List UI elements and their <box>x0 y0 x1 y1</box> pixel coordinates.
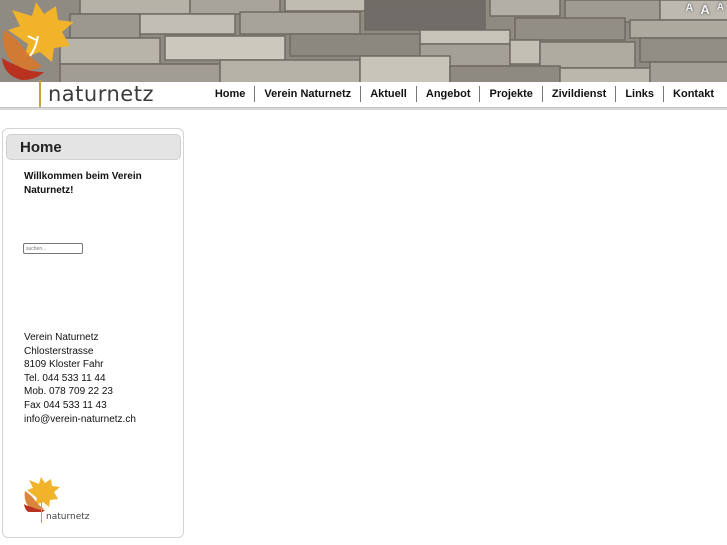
logo-divider-line <box>39 80 41 108</box>
sidebar-header: Home <box>6 134 181 160</box>
header-banner: A A A <box>0 0 727 82</box>
main-nav: Home Verein Naturnetz Aktuell Angebot Pr… <box>206 85 723 103</box>
contact-fax: Fax 044 533 11 43 <box>24 399 107 411</box>
nav-item-links[interactable]: Links <box>615 86 663 102</box>
sidebar: Home Willkommen beim Verein Naturnetz! V… <box>2 128 184 538</box>
nav-item-angebot[interactable]: Angebot <box>415 86 480 102</box>
contact-org: Verein Naturnetz <box>24 332 99 343</box>
stone-wall-image <box>0 0 727 82</box>
welcome-text: Willkommen beim Verein Naturnetz! <box>24 171 142 196</box>
search-input[interactable] <box>23 243 83 254</box>
nav-item-zivildienst[interactable]: Zivildienst <box>541 86 615 102</box>
page-title: Home <box>20 139 62 156</box>
nav-item-projekte[interactable]: Projekte <box>479 86 541 102</box>
font-size-large-button[interactable]: A <box>717 2 724 17</box>
font-size-medium-button[interactable]: A <box>700 2 709 17</box>
nav-item-aktuell[interactable]: Aktuell <box>360 86 416 102</box>
nav-item-kontakt[interactable]: Kontakt <box>663 86 723 102</box>
contact-block: Verein Naturnetz Chlosterstrasse 8109 Kl… <box>24 331 136 426</box>
contact-tel: Tel. 044 533 11 44 <box>24 372 106 384</box>
font-size-controls[interactable]: A A A <box>685 2 727 17</box>
footer-brand-name: naturnetz <box>46 512 90 522</box>
font-size-small-button[interactable]: A <box>685 2 693 17</box>
contact-city: 8109 Kloster Fahr <box>24 359 104 371</box>
footer-logo-divider <box>41 501 42 523</box>
nav-item-home[interactable]: Home <box>206 86 255 102</box>
footer-leaf-logo-icon <box>24 477 60 512</box>
brand-name[interactable]: naturnetz <box>48 82 154 106</box>
header-divider <box>0 107 727 110</box>
contact-mob: Mob. 078 709 22 23 <box>24 386 113 398</box>
contact-email-link[interactable]: info@verein-naturnetz.ch <box>24 413 136 427</box>
contact-street: Chlosterstrasse <box>24 345 94 357</box>
leaf-logo-icon[interactable] <box>0 0 80 82</box>
nav-item-verein-naturnetz[interactable]: Verein Naturnetz <box>254 86 360 102</box>
